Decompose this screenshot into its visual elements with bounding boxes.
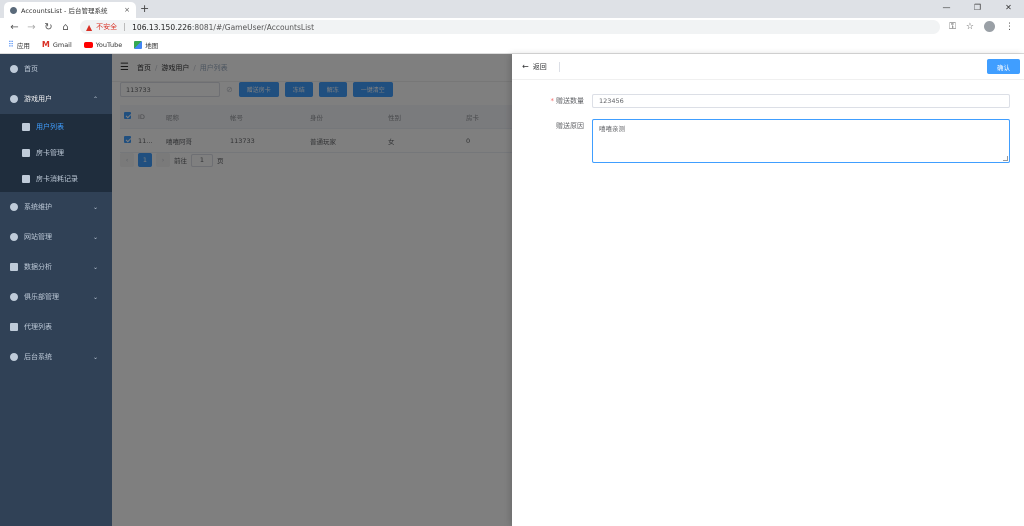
arrow-left-icon: ← [522,62,529,71]
home-icon[interactable]: ⌂ [57,22,74,33]
close-window-icon[interactable]: ✕ [993,0,1024,18]
user-icon [10,353,18,361]
key-icon[interactable]: ⚿ [949,22,956,32]
reason-label: 赠送原因 [556,122,584,130]
card-icon [22,149,30,157]
amount-label: * 赠送数量 [550,97,585,105]
list-icon [10,323,18,331]
sidebar-item-card-records[interactable]: 房卡消耗记录 [0,166,112,192]
new-tab-button[interactable]: + [140,2,149,15]
star-icon[interactable]: ☆ [966,22,974,32]
drawer-header: ← 返回 [512,54,1024,80]
sidebar-item-website[interactable]: 网站管理 ⌄ [0,222,112,252]
url-text: 106.13.150.226:8081/#/GameUser/AccountsL… [132,22,315,32]
youtube-icon [83,41,93,48]
browser-tab-bar: AccountsList - 后台管理系统 × + — ❐ ✕ [0,0,1024,18]
sidebar-item-system[interactable]: 系统维护 ⌄ [0,192,112,222]
list-icon [22,123,30,131]
header-divider [558,61,560,72]
tab-close-icon[interactable]: × [124,6,130,14]
profile-avatar-icon[interactable] [984,21,995,32]
dashboard-icon [10,65,18,73]
chevron-up-icon: ⌃ [92,95,98,103]
amount-input[interactable]: 123456 [592,94,1010,108]
bookmarks-bar: ⠿ 应用 M Gmail YouTube 地图 [0,36,1024,54]
confirm-button[interactable]: 确认 [987,59,1020,74]
sidebar-item-game-users[interactable]: 游戏用户 ⌃ [0,84,112,114]
chevron-down-icon: ⌄ [92,353,98,361]
reload-icon[interactable]: ↻ [40,22,57,33]
bookmark-gmail[interactable]: M Gmail [42,40,72,49]
apps-icon: ⠿ [8,40,14,49]
bookmark-youtube[interactable]: YouTube [83,41,122,49]
reason-textarea[interactable]: 嘻嘻亲测 [592,119,1010,163]
sidebar-item-agents[interactable]: 代理列表 [0,312,112,342]
window-controls: — ❐ ✕ [931,0,1024,18]
back-arrow-icon[interactable]: ← [6,22,23,33]
sidebar-item-home[interactable]: 首页 [0,54,112,84]
url-input[interactable]: ▲ 不安全 106.13.150.226:8081/#/GameUser/Acc… [80,20,940,34]
chart-icon [10,263,18,271]
minimize-icon[interactable]: — [931,0,962,18]
browser-tab[interactable]: AccountsList - 后台管理系统 × [4,2,136,18]
form-row-amount: * 赠送数量 123456 [512,94,1010,108]
back-button[interactable]: ← 返回 [522,62,547,72]
gear-icon [10,203,18,211]
warning-icon: ▲ [86,22,93,32]
tab-title: AccountsList - 后台管理系统 [21,7,108,15]
chevron-down-icon: ⌄ [92,203,98,211]
sidebar-item-admin[interactable]: 后台系统 ⌄ [0,342,112,372]
bookmark-maps[interactable]: 地图 [134,40,158,50]
sidebar: 首页 游戏用户 ⌃ 用户列表 房卡管理 房卡消耗记录 系统维护 ⌄ 网站管理 ⌄ [0,54,112,526]
gmail-icon: M [41,40,50,49]
user-icon [10,293,18,301]
app: 首页 游戏用户 ⌃ 用户列表 房卡管理 房卡消耗记录 系统维护 ⌄ 网站管理 ⌄ [0,54,1024,526]
user-icon [10,95,18,103]
record-icon [22,175,30,183]
address-bar: ← → ↻ ⌂ ▲ 不安全 106.13.150.226:8081/#/Game… [0,18,1024,36]
sidebar-item-club[interactable]: 俱乐部管理 ⌄ [0,282,112,312]
not-secure-label: 不安全 [96,23,118,31]
toolbar-right: ⚿ ☆ ⋮ [949,21,1014,32]
sidebar-item-room-cards[interactable]: 房卡管理 [0,140,112,166]
chevron-down-icon: ⌄ [92,233,98,241]
restore-icon[interactable]: ❐ [962,0,993,18]
user-icon [10,233,18,241]
favicon-icon [10,6,17,14]
chevron-down-icon: ⌄ [92,293,98,301]
maps-icon [134,40,143,49]
sidebar-item-user-list[interactable]: 用户列表 [0,114,112,140]
form-row-reason: 赠送原因 嘻嘻亲测 [512,119,1010,163]
give-cards-drawer: ← 返回 确认 * 赠送数量 123456 赠送原因 嘻嘻亲测 [512,54,1024,526]
url-divider [124,23,126,31]
forward-arrow-icon[interactable]: → [23,22,40,33]
bookmark-apps[interactable]: ⠿ 应用 [8,40,30,50]
sidebar-item-analytics[interactable]: 数据分析 ⌄ [0,252,112,282]
chevron-down-icon: ⌄ [92,263,98,271]
more-menu-icon[interactable]: ⋮ [1005,22,1014,32]
